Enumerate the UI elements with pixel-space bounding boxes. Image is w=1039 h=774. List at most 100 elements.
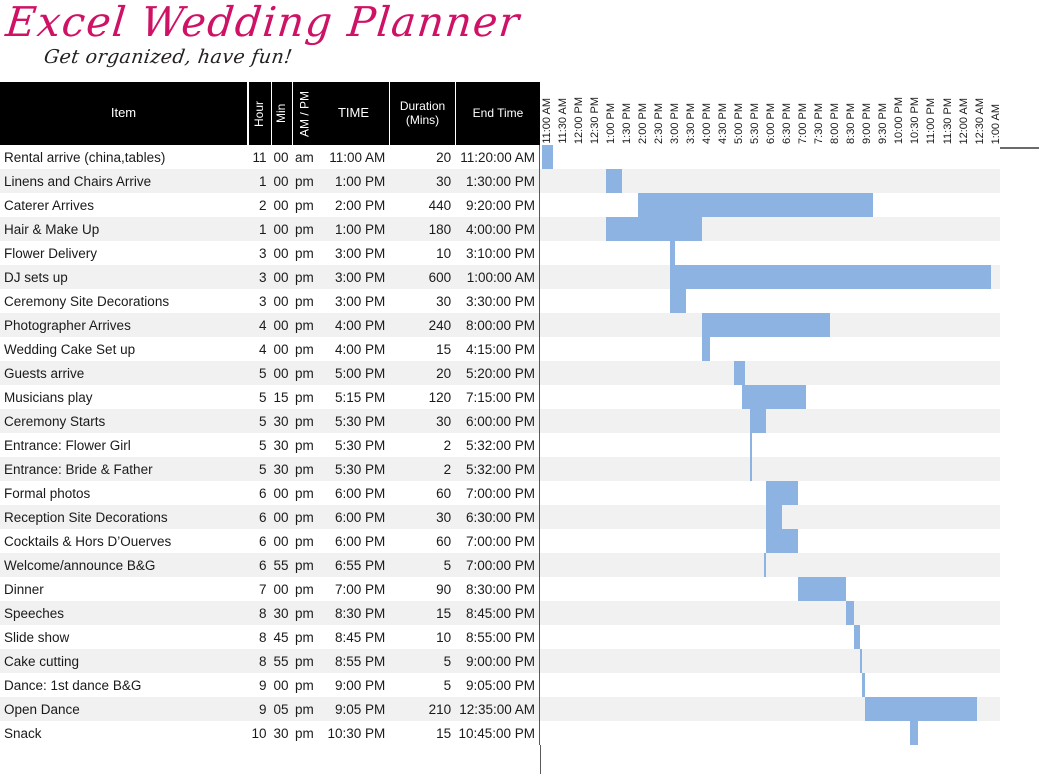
cell-hour[interactable]: 9 bbox=[248, 673, 271, 697]
cell-min[interactable]: 45 bbox=[271, 625, 292, 649]
cell-item[interactable]: Caterer Arrives bbox=[0, 193, 248, 217]
cell-duration[interactable]: 60 bbox=[389, 529, 455, 553]
cell-item[interactable]: Rental arrive (china,tables) bbox=[0, 145, 248, 169]
cell-item[interactable]: Photographer Arrives bbox=[0, 313, 248, 337]
cell-min[interactable]: 00 bbox=[271, 361, 292, 385]
cell-hour[interactable]: 9 bbox=[248, 697, 271, 721]
table-row[interactable]: Photographer Arrives 4 00 pm 4:00 PM 240 8:00:… bbox=[0, 313, 1039, 337]
gantt-bar[interactable] bbox=[766, 529, 799, 553]
cell-hour[interactable]: 2 bbox=[248, 193, 271, 217]
cell-end[interactable]: 5:32:00 PM bbox=[455, 433, 539, 457]
cell-item[interactable]: Hair & Make Up bbox=[0, 217, 248, 241]
gantt-bar[interactable] bbox=[734, 361, 745, 385]
cell-time[interactable]: 1:00 PM bbox=[317, 217, 389, 241]
gantt-bar[interactable] bbox=[702, 313, 831, 337]
cell-duration[interactable]: 60 bbox=[389, 481, 455, 505]
cell-end[interactable]: 10:45:00 PM bbox=[455, 721, 539, 745]
cell-time[interactable]: 8:30 PM bbox=[317, 601, 389, 625]
cell-time[interactable]: 4:00 PM bbox=[317, 337, 389, 361]
table-row[interactable]: Speeches 8 30 pm 8:30 PM 15 8:45:00 PM bbox=[0, 601, 1039, 625]
cell-ampm[interactable]: pm bbox=[291, 553, 317, 577]
cell-item[interactable]: Musicians play bbox=[0, 385, 248, 409]
cell-time[interactable]: 9:05 PM bbox=[317, 697, 389, 721]
cell-time[interactable]: 4:00 PM bbox=[317, 313, 389, 337]
table-row[interactable]: Dinner 7 00 pm 7:00 PM 90 8:30:00 PM bbox=[0, 577, 1039, 601]
cell-item[interactable]: Ceremony Starts bbox=[0, 409, 248, 433]
table-row[interactable]: Reception Site Decorations 6 00 pm 6:00 PM 30… bbox=[0, 505, 1039, 529]
table-row[interactable]: Entrance: Bride & Father 5 30 pm 5:30 PM 2 5:3… bbox=[0, 457, 1039, 481]
cell-ampm[interactable]: pm bbox=[291, 673, 317, 697]
gantt-bar[interactable] bbox=[750, 409, 767, 433]
cell-time[interactable]: 1:00 PM bbox=[317, 169, 389, 193]
cell-time[interactable]: 8:55 PM bbox=[317, 649, 389, 673]
table-row[interactable]: Musicians play 5 15 pm 5:15 PM 120 7:15:00 PM bbox=[0, 385, 1039, 409]
cell-end[interactable]: 4:15:00 PM bbox=[455, 337, 539, 361]
cell-end[interactable]: 4:00:00 PM bbox=[455, 217, 539, 241]
cell-end[interactable]: 8:30:00 PM bbox=[455, 577, 539, 601]
cell-time[interactable]: 3:00 PM bbox=[317, 289, 389, 313]
cell-end[interactable]: 6:30:00 PM bbox=[455, 505, 539, 529]
cell-hour[interactable]: 5 bbox=[248, 409, 271, 433]
column-header-ampm[interactable]: AM / PM bbox=[292, 82, 318, 145]
table-row[interactable]: Dance: 1st dance B&G 9 00 pm 9:00 PM 5 9:05:00… bbox=[0, 673, 1039, 697]
table-row[interactable]: Entrance: Flower Girl 5 30 pm 5:30 PM 2 5:32:0… bbox=[0, 433, 1039, 457]
cell-min[interactable]: 15 bbox=[271, 385, 292, 409]
cell-duration[interactable]: 440 bbox=[389, 193, 455, 217]
cell-min[interactable]: 00 bbox=[271, 577, 292, 601]
table-row[interactable]: Wedding Cake Set up 4 00 pm 4:00 PM 15 4:15:00… bbox=[0, 337, 1039, 361]
cell-end[interactable]: 3:10:00 PM bbox=[455, 241, 539, 265]
cell-duration[interactable]: 15 bbox=[389, 337, 455, 361]
cell-duration[interactable]: 15 bbox=[389, 601, 455, 625]
column-header-item[interactable]: Item bbox=[0, 82, 248, 145]
cell-ampm[interactable]: pm bbox=[291, 577, 317, 601]
cell-min[interactable]: 00 bbox=[271, 265, 292, 289]
gantt-bar[interactable] bbox=[606, 169, 623, 193]
gantt-bar[interactable] bbox=[862, 673, 866, 697]
cell-item[interactable]: Snack bbox=[0, 721, 248, 745]
gantt-bar[interactable] bbox=[859, 649, 863, 673]
cell-duration[interactable]: 5 bbox=[389, 673, 455, 697]
gantt-bar[interactable] bbox=[750, 457, 753, 481]
cell-hour[interactable]: 8 bbox=[248, 649, 271, 673]
cell-duration[interactable]: 5 bbox=[389, 553, 455, 577]
cell-min[interactable]: 00 bbox=[271, 529, 292, 553]
cell-item[interactable]: Dance: 1st dance B&G bbox=[0, 673, 248, 697]
cell-min[interactable]: 30 bbox=[271, 457, 292, 481]
cell-hour[interactable]: 1 bbox=[248, 169, 271, 193]
cell-item[interactable]: Formal photos bbox=[0, 481, 248, 505]
cell-item[interactable]: Wedding Cake Set up bbox=[0, 337, 248, 361]
cell-end[interactable]: 9:05:00 PM bbox=[455, 673, 539, 697]
cell-min[interactable]: 30 bbox=[271, 601, 292, 625]
cell-end[interactable]: 5:32:00 PM bbox=[455, 457, 539, 481]
table-row[interactable]: Cake cutting 8 55 pm 8:55 PM 5 9:00:00 PM bbox=[0, 649, 1039, 673]
cell-duration[interactable]: 15 bbox=[389, 721, 455, 745]
cell-duration[interactable]: 2 bbox=[389, 457, 455, 481]
cell-item[interactable]: Slide show bbox=[0, 625, 248, 649]
cell-end[interactable]: 11:20:00 AM bbox=[455, 145, 539, 169]
cell-time[interactable]: 3:00 PM bbox=[317, 265, 389, 289]
cell-ampm[interactable]: pm bbox=[291, 721, 317, 745]
gantt-bar[interactable] bbox=[606, 217, 703, 241]
cell-ampm[interactable]: pm bbox=[291, 361, 317, 385]
cell-end[interactable]: 7:00:00 PM bbox=[455, 529, 539, 553]
cell-item[interactable]: Open Dance bbox=[0, 697, 248, 721]
cell-ampm[interactable]: pm bbox=[291, 289, 317, 313]
table-row[interactable]: Welcome/announce B&G 6 55 pm 6:55 PM 5 7:00:00… bbox=[0, 553, 1039, 577]
cell-end[interactable]: 8:55:00 PM bbox=[455, 625, 539, 649]
cell-time[interactable]: 8:45 PM bbox=[317, 625, 389, 649]
cell-min[interactable]: 00 bbox=[271, 481, 292, 505]
cell-duration[interactable]: 600 bbox=[389, 265, 455, 289]
cell-duration[interactable]: 90 bbox=[389, 577, 455, 601]
cell-ampm[interactable]: pm bbox=[291, 385, 317, 409]
table-row[interactable]: Cocktails & Hors D’Ouerves 6 00 pm 6:00 PM 60… bbox=[0, 529, 1039, 553]
cell-min[interactable]: 00 bbox=[271, 217, 292, 241]
cell-ampm[interactable]: pm bbox=[291, 241, 317, 265]
cell-item[interactable]: Reception Site Decorations bbox=[0, 505, 248, 529]
cell-duration[interactable]: 210 bbox=[389, 697, 455, 721]
cell-time[interactable]: 10:30 PM bbox=[317, 721, 389, 745]
cell-item[interactable]: Linens and Chairs Arrive bbox=[0, 169, 248, 193]
table-row[interactable]: Caterer Arrives 2 00 pm 2:00 PM 440 9:20:00 PM bbox=[0, 193, 1039, 217]
cell-duration[interactable]: 5 bbox=[389, 649, 455, 673]
cell-item[interactable]: Flower Delivery bbox=[0, 241, 248, 265]
gantt-bar[interactable] bbox=[865, 697, 978, 721]
